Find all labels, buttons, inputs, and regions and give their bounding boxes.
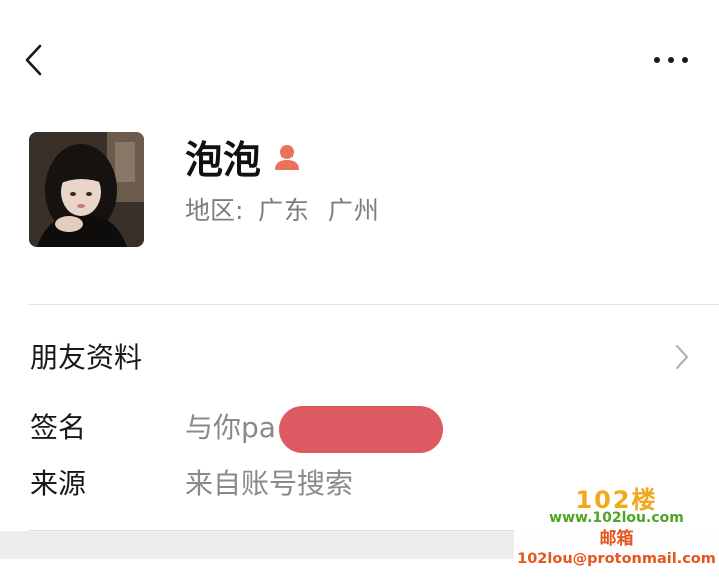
watermark-email: 102lou@protonmail.com bbox=[517, 551, 716, 567]
source-label: 来源 bbox=[30, 467, 87, 500]
friend-info-row[interactable]: 朋友资料 bbox=[0, 322, 719, 392]
signature-label: 签名 bbox=[30, 411, 87, 444]
avatar[interactable] bbox=[29, 132, 144, 247]
region-label: 地区: bbox=[185, 196, 244, 225]
friend-info-label: 朋友资料 bbox=[30, 341, 143, 374]
female-user-icon bbox=[272, 141, 302, 171]
watermark-site: www.102lou.com bbox=[549, 510, 684, 526]
contact-name: 泡泡 bbox=[185, 138, 262, 182]
more-options-button[interactable] bbox=[646, 46, 696, 74]
redaction-mark bbox=[279, 406, 443, 453]
back-button[interactable] bbox=[18, 38, 52, 82]
signature-value: 与你pa bbox=[185, 411, 276, 444]
chevron-right-icon bbox=[675, 344, 689, 370]
source-value: 来自账号搜索 bbox=[185, 467, 354, 500]
chevron-left-icon bbox=[25, 44, 42, 76]
watermark: 102楼 www.102lou.com 邮箱 102lou@protonmail… bbox=[514, 486, 719, 581]
divider bbox=[29, 304, 719, 305]
region-value: 广东 广州 bbox=[258, 196, 380, 225]
avatar-photo bbox=[29, 132, 144, 247]
more-horizontal-icon bbox=[654, 57, 660, 63]
